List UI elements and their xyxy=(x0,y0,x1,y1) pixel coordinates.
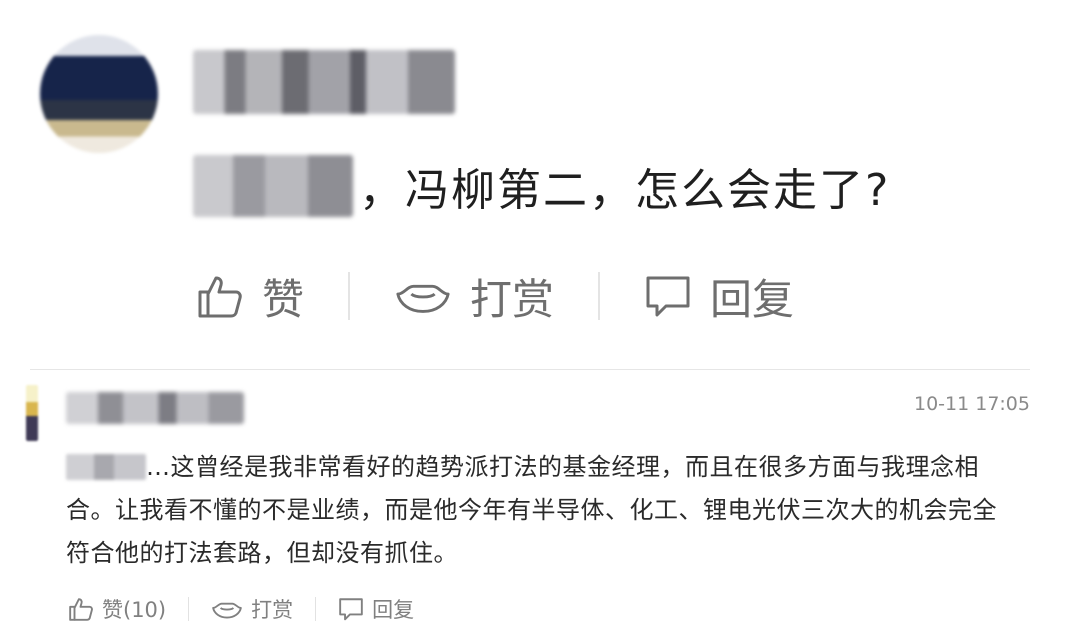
reply-reply-button[interactable]: 回复 xyxy=(338,594,414,624)
reply-timestamp: 10-11 17:05 xyxy=(913,393,1030,415)
reply-label: 回复 xyxy=(710,274,795,324)
reply-text: …这曾经是我非常看好的趋势派打法的基金经理，而且在很多方面与我理念相合。让我看不… xyxy=(66,446,1016,575)
comment-body: ，冯柳第二，怎么会走了? xyxy=(359,165,891,216)
action-divider xyxy=(188,597,190,621)
reply-username-blurred[interactable] xyxy=(66,392,244,424)
action-divider xyxy=(315,597,317,621)
reply-actions: 赞(10) 打赏 回复 xyxy=(68,592,414,626)
like-button[interactable]: 赞 xyxy=(196,266,304,327)
reply-reply-label: 回复 xyxy=(372,598,415,622)
ingot-icon xyxy=(396,284,450,313)
reply-body: …这曾经是我非常看好的趋势派打法的基金经理，而且在很多方面与我理念相合。让我看不… xyxy=(66,453,997,567)
tip-label: 打赏 xyxy=(470,274,555,324)
speech-bubble-icon xyxy=(339,598,363,621)
ingot-icon xyxy=(212,602,242,619)
comment-text: ，冯柳第二，怎么会走了? xyxy=(193,150,890,222)
reply-like-button[interactable]: 赞(10) xyxy=(68,594,166,624)
speech-bubble-icon xyxy=(646,276,690,317)
tip-button[interactable]: 打赏 xyxy=(394,266,554,327)
reply-tip-label: 打赏 xyxy=(251,598,294,622)
reply-mention-blurred[interactable] xyxy=(66,454,146,480)
thumbs-up-icon xyxy=(69,598,93,621)
thumbs-up-icon xyxy=(198,276,242,318)
reply-avatar[interactable] xyxy=(26,385,38,441)
action-divider xyxy=(348,272,351,320)
avatar[interactable] xyxy=(40,35,158,153)
reply-button[interactable]: 回复 xyxy=(644,266,794,327)
reply-tip-button[interactable]: 打赏 xyxy=(211,594,293,624)
divider xyxy=(30,369,1030,370)
comment-actions: 赞 打赏 回复 xyxy=(196,265,794,327)
action-divider xyxy=(598,272,601,320)
username-blurred[interactable] xyxy=(193,50,455,114)
like-label: 赞 xyxy=(262,274,305,324)
reply-like-label: 赞(10) xyxy=(102,598,167,622)
mention-blurred[interactable] xyxy=(193,155,353,217)
